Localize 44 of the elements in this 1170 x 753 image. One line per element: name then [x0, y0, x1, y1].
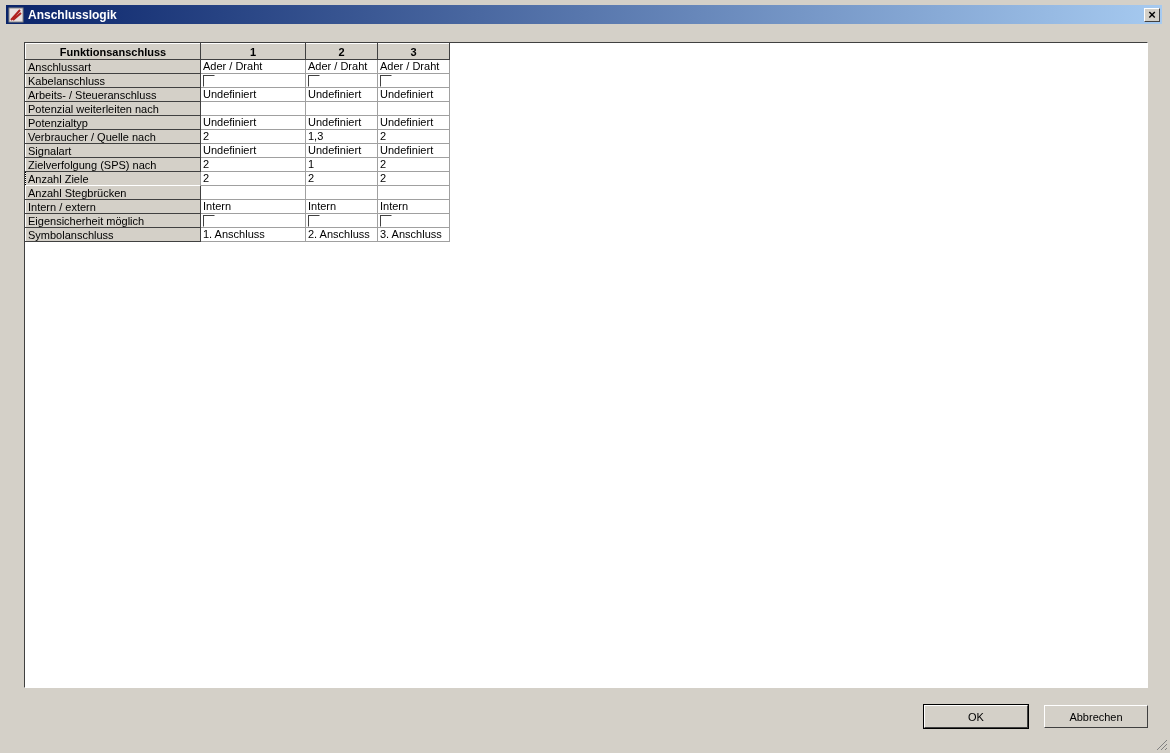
- table-cell: Undefiniert: [377, 143, 450, 158]
- checkbox[interactable]: [308, 75, 320, 88]
- table-cell: Intern: [305, 199, 378, 214]
- dialog-button[interactable]: OK: [924, 705, 1028, 728]
- table-cell: 2: [200, 171, 306, 186]
- column-header[interactable]: 1: [200, 43, 306, 60]
- window-title: Anschlusslogik: [28, 7, 118, 22]
- table-cell: 1. Anschluss: [200, 227, 306, 242]
- table-cell: Intern: [377, 199, 450, 214]
- column-header[interactable]: 2: [305, 43, 378, 60]
- row-header[interactable]: Anzahl Stegbrücken: [25, 185, 201, 200]
- close-button[interactable]: ×: [1144, 7, 1160, 22]
- app-icon: [8, 6, 24, 23]
- table-cell: 2. Anschluss: [305, 227, 378, 242]
- table-cell: 2: [305, 171, 378, 186]
- table-cell: Undefiniert: [305, 143, 378, 158]
- column-header[interactable]: Funktionsanschluss: [25, 43, 201, 60]
- resize-grip-icon: [1156, 739, 1168, 751]
- table-cell: Intern: [200, 199, 306, 214]
- checkbox[interactable]: [380, 75, 392, 88]
- column-header[interactable]: 3: [377, 43, 450, 60]
- checkbox[interactable]: [308, 215, 320, 228]
- table-cell: Undefiniert: [200, 87, 306, 102]
- table-cell: Undefiniert: [200, 143, 306, 158]
- table-cell: Undefiniert: [377, 115, 450, 130]
- table-cell: 2: [377, 157, 450, 172]
- checkbox[interactable]: [203, 75, 215, 88]
- checkbox[interactable]: [380, 215, 392, 228]
- table-cell: 3. Anschluss: [377, 227, 450, 242]
- checkbox[interactable]: [203, 215, 215, 228]
- table-cell: 1: [305, 157, 378, 172]
- table-cell: Undefiniert: [377, 87, 450, 102]
- table-cell: 1,3: [305, 129, 378, 144]
- table-cell: 2: [377, 129, 450, 144]
- table-cell: 2: [377, 171, 450, 186]
- table-cell: Undefiniert: [200, 115, 306, 130]
- table-cell: 2: [200, 129, 306, 144]
- dialog-button[interactable]: Abbrechen: [1044, 705, 1148, 728]
- table-cell: Ader / Draht: [305, 59, 378, 74]
- table-cell: Ader / Draht: [377, 59, 450, 74]
- table-cell: 2: [200, 157, 306, 172]
- table-cell: Undefiniert: [305, 115, 378, 130]
- table-cell: Ader / Draht: [200, 59, 306, 74]
- table-cell: Undefiniert: [305, 87, 378, 102]
